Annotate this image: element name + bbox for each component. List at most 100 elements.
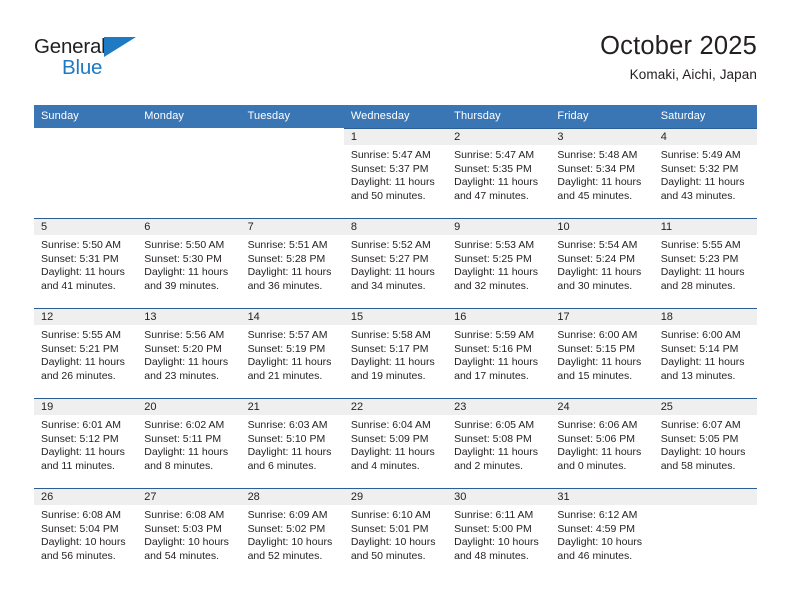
calendar-day-cell-empty	[137, 128, 241, 218]
calendar-day-cell-8[interactable]: 8 Sunrise: 5:52 AM Sunset: 5:27 PM Daylight…	[343, 218, 448, 308]
daylight-text-line1: Daylight: 10 hours	[454, 536, 539, 549]
calendar-day-cell-26[interactable]: 26 Sunrise: 6:08 AM Sunset: 5:04 PM Dayligh…	[34, 488, 138, 578]
sunset-text: Sunset: 5:27 PM	[350, 252, 429, 265]
day-number: 30	[447, 488, 551, 505]
sunset-text: Sunset: 5:09 PM	[350, 432, 429, 445]
generalblue-logo[interactable]: General Blue	[34, 35, 150, 81]
day-number: 18	[653, 308, 757, 325]
calendar-day-cell-13[interactable]: 13 Sunrise: 5:56 AM Sunset: 5:20 PM Dayligh…	[137, 308, 241, 398]
day-number: 2	[447, 128, 551, 145]
day-number: 8	[343, 218, 448, 235]
day-detail: Sunrise: 6:01 AM Sunset: 5:12 PM Daylight:…	[34, 415, 137, 473]
calendar-day-cell-6[interactable]: 6 Sunrise: 5:50 AM Sunset: 5:30 PM Daylight…	[137, 218, 241, 308]
daylight-text-line2: and 45 minutes.	[557, 189, 633, 202]
sunrise-text: Sunrise: 6:08 AM	[41, 509, 121, 521]
page-subtitle-location: Komaki, Aichi, Japan	[629, 67, 757, 82]
sunrise-text: Sunrise: 5:52 AM	[350, 239, 431, 251]
calendar-day-cell-10[interactable]: 10 Sunrise: 5:54 AM Sunset: 5:24 PM Dayligh…	[550, 218, 654, 308]
daylight-text-line1: Daylight: 11 hours	[557, 446, 642, 459]
sunrise-text: Sunrise: 5:59 AM	[454, 329, 535, 341]
calendar-day-cell-14[interactable]: 14 Sunrise: 5:57 AM Sunset: 5:19 PM Dayligh…	[240, 308, 344, 398]
calendar-week-row: 26 Sunrise: 6:08 AM Sunset: 5:04 PM Dayligh…	[34, 488, 757, 578]
sunrise-text: Sunrise: 5:50 AM	[144, 239, 225, 251]
daylight-text-line2: and 50 minutes.	[350, 189, 426, 202]
day-detail: Sunrise: 6:11 AM Sunset: 5:00 PM Daylight:…	[447, 505, 550, 563]
day-detail: Sunrise: 6:07 AM Sunset: 5:05 PM Daylight:…	[654, 415, 757, 473]
day-number: 16	[447, 308, 551, 325]
daylight-text-line1: Daylight: 10 hours	[144, 536, 229, 549]
sunset-text: Sunset: 5:23 PM	[660, 252, 739, 265]
day-number: 20	[137, 398, 241, 415]
calendar-day-cell-31[interactable]: 31 Sunrise: 6:12 AM Sunset: 4:59 PM Dayligh…	[550, 488, 654, 578]
daylight-text-line2: and 52 minutes.	[247, 549, 323, 562]
sunset-text: Sunset: 5:08 PM	[454, 432, 532, 445]
calendar-day-cell-1[interactable]: 1 Sunrise: 5:47 AM Sunset: 5:37 PM Daylight…	[343, 128, 448, 218]
daylight-text-line2: and 13 minutes.	[660, 369, 736, 382]
sunset-text: Sunset: 5:32 PM	[660, 162, 739, 175]
daylight-text-line2: and 23 minutes.	[144, 369, 219, 382]
day-cell-inner: 29 Sunrise: 6:10 AM Sunset: 5:01 PM Dayligh…	[343, 488, 448, 578]
calendar-day-cell-19[interactable]: 19 Sunrise: 6:01 AM Sunset: 5:12 PM Dayligh…	[34, 398, 138, 488]
daylight-text-line1: Daylight: 11 hours	[247, 356, 332, 369]
sunrise-text: Sunrise: 6:09 AM	[247, 509, 328, 521]
day-cell-inner: 6 Sunrise: 5:50 AM Sunset: 5:30 PM Daylight…	[137, 218, 241, 308]
day-number: 29	[343, 488, 448, 505]
calendar-day-cell-22[interactable]: 22 Sunrise: 6:04 AM Sunset: 5:09 PM Dayligh…	[343, 398, 448, 488]
calendar-day-cell-30[interactable]: 30 Sunrise: 6:11 AM Sunset: 5:00 PM Dayligh…	[447, 488, 551, 578]
daylight-text-line1: Daylight: 10 hours	[350, 536, 436, 549]
calendar-day-cell-17[interactable]: 17 Sunrise: 6:00 AM Sunset: 5:15 PM Dayligh…	[550, 308, 654, 398]
calendar-day-cell-empty	[653, 488, 757, 578]
day-detail: Sunrise: 5:54 AM Sunset: 5:24 PM Daylight:…	[550, 235, 653, 293]
calendar-day-cell-2[interactable]: 2 Sunrise: 5:47 AM Sunset: 5:35 PM Daylight…	[447, 128, 551, 218]
day-cell-inner: 19 Sunrise: 6:01 AM Sunset: 5:12 PM Dayligh…	[34, 398, 138, 488]
sunrise-text: Sunrise: 5:50 AM	[41, 239, 121, 251]
day-detail: Sunrise: 5:53 AM Sunset: 5:25 PM Daylight:…	[447, 235, 550, 293]
calendar-day-cell-4[interactable]: 4 Sunrise: 5:49 AM Sunset: 5:32 PM Daylight…	[653, 128, 757, 218]
day-number: 6	[137, 218, 241, 235]
sunset-text: Sunset: 5:15 PM	[557, 342, 636, 355]
daylight-text-line2: and 36 minutes.	[247, 279, 323, 292]
sunrise-text: Sunrise: 6:06 AM	[557, 419, 638, 431]
calendar-day-cell-28[interactable]: 28 Sunrise: 6:09 AM Sunset: 5:02 PM Dayligh…	[240, 488, 344, 578]
calendar-day-cell-7[interactable]: 7 Sunrise: 5:51 AM Sunset: 5:28 PM Daylight…	[240, 218, 344, 308]
day-number: 10	[550, 218, 654, 235]
calendar-day-cell-5[interactable]: 5 Sunrise: 5:50 AM Sunset: 5:31 PM Daylight…	[34, 218, 138, 308]
calendar-day-cell-11[interactable]: 11 Sunrise: 5:55 AM Sunset: 5:23 PM Dayligh…	[653, 218, 757, 308]
calendar-day-cell-25[interactable]: 25 Sunrise: 6:07 AM Sunset: 5:05 PM Dayligh…	[653, 398, 757, 488]
day-number	[137, 128, 241, 145]
calendar-day-cell-18[interactable]: 18 Sunrise: 6:00 AM Sunset: 5:14 PM Dayligh…	[653, 308, 757, 398]
sunrise-text: Sunrise: 5:58 AM	[350, 329, 431, 341]
sunrise-text: Sunrise: 5:56 AM	[144, 329, 225, 341]
sunrise-text: Sunrise: 6:07 AM	[660, 419, 741, 431]
calendar-day-cell-12[interactable]: 12 Sunrise: 5:55 AM Sunset: 5:21 PM Dayligh…	[34, 308, 138, 398]
calendar-day-cell-29[interactable]: 29 Sunrise: 6:10 AM Sunset: 5:01 PM Dayligh…	[343, 488, 448, 578]
daylight-text-line2: and 41 minutes.	[41, 279, 116, 292]
calendar-day-cell-3[interactable]: 3 Sunrise: 5:48 AM Sunset: 5:34 PM Daylight…	[550, 128, 654, 218]
daylight-text-line1: Daylight: 11 hours	[41, 266, 125, 279]
calendar-day-cell-24[interactable]: 24 Sunrise: 6:06 AM Sunset: 5:06 PM Dayligh…	[550, 398, 654, 488]
daylight-text-line1: Daylight: 11 hours	[660, 176, 745, 189]
calendar-day-cell-23[interactable]: 23 Sunrise: 6:05 AM Sunset: 5:08 PM Dayligh…	[447, 398, 551, 488]
sunset-text: Sunset: 5:14 PM	[660, 342, 739, 355]
day-detail: Sunrise: 5:48 AM Sunset: 5:34 PM Daylight:…	[550, 145, 653, 203]
day-cell-inner: 23 Sunrise: 6:05 AM Sunset: 5:08 PM Dayligh…	[447, 398, 551, 488]
daylight-text-line2: and 15 minutes.	[557, 369, 633, 382]
calendar-week-row: 12 Sunrise: 5:55 AM Sunset: 5:21 PM Dayligh…	[34, 308, 757, 398]
calendar-grid: Sunday Monday Tuesday Wednesday Thursday Frid…	[34, 105, 757, 578]
calendar-day-cell-20[interactable]: 20 Sunrise: 6:02 AM Sunset: 5:11 PM Dayligh…	[137, 398, 241, 488]
sunrise-text: Sunrise: 5:57 AM	[247, 329, 328, 341]
calendar-day-cell-21[interactable]: 21 Sunrise: 6:03 AM Sunset: 5:10 PM Dayligh…	[240, 398, 344, 488]
calendar-day-cell-27[interactable]: 27 Sunrise: 6:08 AM Sunset: 5:03 PM Dayligh…	[137, 488, 241, 578]
day-cell-inner: 31 Sunrise: 6:12 AM Sunset: 4:59 PM Dayligh…	[550, 488, 654, 578]
day-cell-inner: 22 Sunrise: 6:04 AM Sunset: 5:09 PM Dayligh…	[343, 398, 448, 488]
day-detail: Sunrise: 5:49 AM Sunset: 5:32 PM Daylight:…	[654, 145, 757, 203]
page-title: October 2025	[600, 32, 757, 60]
day-cell-inner: 8 Sunrise: 5:52 AM Sunset: 5:27 PM Daylight…	[343, 218, 448, 308]
page-header: General Blue October 2025 Komaki, Aichi,…	[34, 30, 757, 98]
day-cell-inner: 16 Sunrise: 5:59 AM Sunset: 5:16 PM Dayligh…	[447, 308, 551, 398]
daylight-text-line1: Daylight: 11 hours	[350, 446, 435, 459]
calendar-day-cell-16[interactable]: 16 Sunrise: 5:59 AM Sunset: 5:16 PM Dayligh…	[447, 308, 551, 398]
calendar-day-cell-15[interactable]: 15 Sunrise: 5:58 AM Sunset: 5:17 PM Dayligh…	[343, 308, 448, 398]
daylight-text-line1: Daylight: 11 hours	[557, 266, 642, 279]
calendar-day-cell-9[interactable]: 9 Sunrise: 5:53 AM Sunset: 5:25 PM Daylight…	[447, 218, 551, 308]
